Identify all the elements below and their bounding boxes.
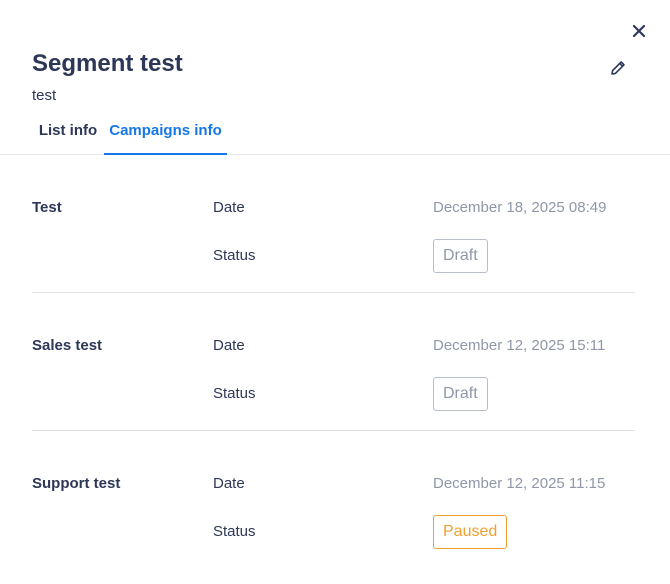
- status-label: Status: [213, 523, 256, 540]
- campaign-row: Support test Date December 12, 2025 11:1…: [32, 431, 635, 569]
- tab-campaigns-info[interactable]: Campaigns info: [104, 112, 227, 155]
- date-label: Date: [213, 337, 245, 354]
- campaign-name: Sales test: [32, 337, 103, 354]
- campaign-date: December 12, 2025 11:15: [433, 475, 606, 492]
- campaign-date: December 12, 2025 15:11: [433, 337, 606, 354]
- close-button[interactable]: [630, 22, 648, 40]
- campaign-name: Support test: [32, 475, 121, 492]
- edit-button[interactable]: [608, 58, 628, 78]
- status-badge: Paused: [433, 515, 508, 549]
- campaign-date: December 18, 2025 08:49: [433, 199, 607, 216]
- tab-bar: List info Campaigns info: [0, 112, 670, 155]
- page-title: Segment test: [32, 50, 183, 77]
- status-label: Status: [213, 385, 256, 402]
- page-subtitle: test: [32, 87, 57, 104]
- status-badge: Draft: [433, 377, 488, 411]
- campaign-name: Test: [32, 199, 62, 216]
- status-badge: Draft: [433, 239, 488, 273]
- date-label: Date: [213, 475, 245, 492]
- date-label: Date: [213, 199, 245, 216]
- status-label: Status: [213, 247, 256, 264]
- campaign-row: Sales test Date December 12, 2025 15:11 …: [32, 293, 635, 431]
- pencil-icon: [611, 61, 625, 75]
- campaign-list: Test Date December 18, 2025 08:49 Status…: [32, 155, 635, 569]
- close-icon: [632, 24, 646, 38]
- campaign-row: Test Date December 18, 2025 08:49 Status…: [32, 155, 635, 293]
- tab-list-info[interactable]: List info: [32, 112, 104, 155]
- segment-details-panel: Segment test test List info Campaigns in…: [0, 0, 670, 584]
